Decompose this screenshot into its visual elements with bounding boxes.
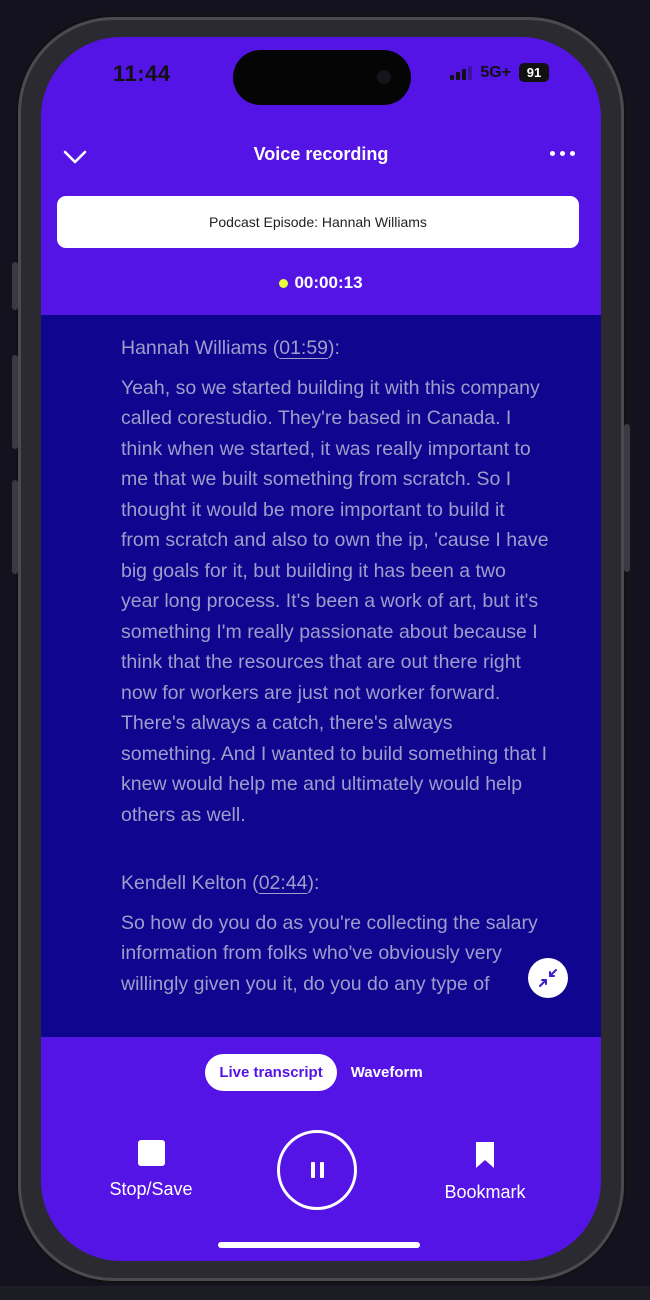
- transcript-text: Yeah, so we started building it with thi…: [121, 376, 549, 826]
- speaker-name: Kendell Kelton: [121, 872, 247, 894]
- power-button: [624, 424, 630, 572]
- stop-save-button[interactable]: Stop/Save: [103, 1140, 199, 1200]
- transcript-block: Kendell Kelton (02:44): So how do you do…: [121, 868, 549, 999]
- tab-live-transcript[interactable]: Live transcript: [205, 1054, 337, 1091]
- header: Voice recording: [41, 137, 601, 177]
- status-bar: 11:44 5G+ 91: [41, 37, 601, 117]
- timestamp-link[interactable]: 02:44: [259, 872, 308, 894]
- view-toggle: Live transcript Waveform: [41, 1054, 601, 1091]
- network-label: 5G+: [480, 63, 511, 81]
- signal-icon: [450, 65, 473, 80]
- bookmark-label: Bookmark: [444, 1182, 526, 1202]
- recording-timer: 00:00:13: [41, 273, 601, 293]
- dynamic-island: [233, 50, 411, 105]
- collapse-icon[interactable]: [528, 958, 568, 998]
- timestamp-link[interactable]: 01:59: [279, 337, 328, 359]
- front-camera: [377, 70, 391, 84]
- home-indicator: [218, 1242, 420, 1248]
- transcript-block: Hannah Williams (01:59): Yeah, so we sta…: [121, 333, 549, 830]
- bookmark-button[interactable]: Bookmark: [437, 1140, 533, 1203]
- stop-save-label: Stop/Save: [109, 1179, 193, 1199]
- elapsed-time: 00:00:13: [294, 273, 363, 292]
- transcript-text: So how do you do as you're collecting th…: [121, 911, 538, 995]
- speaker-name: Hannah Williams: [121, 337, 268, 359]
- bottom-strip: [0, 1286, 650, 1300]
- pause-icon: [310, 1162, 315, 1178]
- bookmark-icon: [476, 1142, 494, 1168]
- page-title: Voice recording: [253, 144, 389, 164]
- battery-icon: 91: [519, 63, 549, 82]
- phone-screen: 11:44 5G+ 91 Voice recording 00:00:13 Ha…: [41, 37, 601, 1261]
- transcript-panel[interactable]: Hannah Williams (01:59): Yeah, so we sta…: [41, 315, 601, 1037]
- volume-up-button: [12, 355, 18, 449]
- stop-icon: [137, 1140, 165, 1166]
- speaker-line: Kendell Kelton (02:44):: [121, 872, 320, 894]
- recording-name-field[interactable]: [57, 196, 579, 248]
- more-options-icon[interactable]: [546, 143, 579, 164]
- recording-indicator-icon: [279, 278, 289, 288]
- status-time: 11:44: [113, 61, 171, 86]
- action-button: [12, 262, 18, 310]
- speaker-line: Hannah Williams (01:59):: [121, 337, 340, 359]
- tab-waveform[interactable]: Waveform: [337, 1054, 437, 1091]
- status-indicators: 5G+ 91: [450, 63, 549, 82]
- volume-down-button: [12, 480, 18, 574]
- pause-button[interactable]: [277, 1130, 357, 1210]
